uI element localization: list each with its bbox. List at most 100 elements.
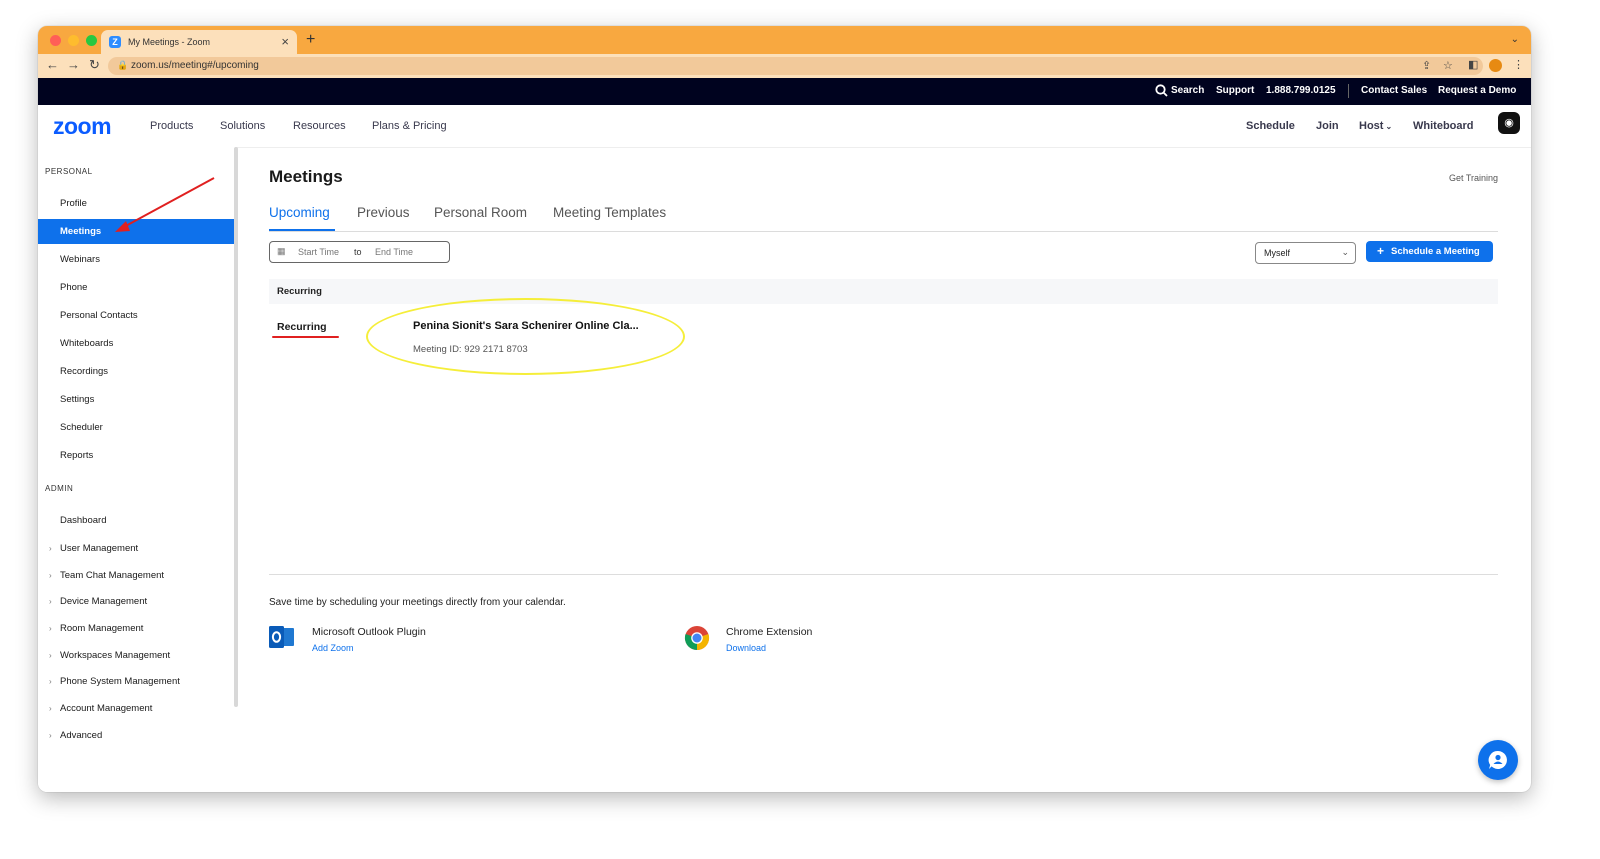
sidebar-item-scheduler[interactable]: Scheduler [60, 422, 103, 433]
tab-previous[interactable]: Previous [357, 205, 410, 220]
meeting-group-header: Recurring [269, 279, 1498, 304]
nav-resources[interactable]: Resources [293, 120, 346, 132]
sidebar-item-profile[interactable]: Profile [60, 198, 87, 209]
help-chat-button[interactable] [1478, 740, 1518, 780]
start-time-input[interactable]: Start Time [298, 247, 339, 257]
user-avatar[interactable]: ◉ [1498, 112, 1520, 134]
forward-icon[interactable]: → [67, 57, 80, 72]
tab-search-chevron-icon[interactable]: ⌄ [1511, 34, 1519, 45]
red-underline-annotation [272, 336, 339, 338]
sidebar-item-webinars[interactable]: Webinars [60, 254, 100, 265]
nav-plans-pricing[interactable]: Plans & Pricing [372, 120, 447, 132]
zoom-logo[interactable]: zoom [53, 113, 112, 140]
nav-host-label: Host [1359, 120, 1384, 132]
close-tab-icon[interactable]: × [281, 34, 289, 49]
yellow-ellipse-annotation [366, 298, 685, 375]
chat-bot-icon [1488, 750, 1507, 769]
sidebar: PERSONAL Profile Meetings Webinars Phone… [38, 147, 235, 792]
search-icon[interactable] [1155, 84, 1168, 97]
calendar-promo-text: Save time by scheduling your meetings di… [269, 597, 566, 608]
chevron-right-icon: › [49, 704, 52, 713]
sidebar-item-recordings[interactable]: Recordings [60, 366, 108, 377]
contact-sales-link[interactable]: Contact Sales [1361, 85, 1427, 96]
utility-support-link[interactable]: Support [1216, 85, 1254, 96]
sidebar-item-team-chat-management[interactable]: Team Chat Management [60, 570, 164, 581]
nav-schedule[interactable]: Schedule [1246, 120, 1295, 132]
red-arrow-annotation [115, 177, 215, 232]
chevron-right-icon: › [49, 571, 52, 580]
utility-divider [1348, 84, 1349, 98]
owner-select-value: Myself [1264, 248, 1291, 258]
zoom-favicon-icon: Z [109, 36, 121, 48]
nav-join[interactable]: Join [1316, 120, 1339, 132]
sidebar-section-admin: ADMIN [45, 484, 74, 493]
browser-toolbar: ← → ↻ 🔒 zoom.us/meeting#/upcoming ⇪ ☆ ◧ … [38, 54, 1531, 78]
browser-window: Z My Meetings - Zoom × + ⌄ ← → ↻ 🔒 zoom.… [38, 26, 1531, 792]
sidebar-item-advanced[interactable]: Advanced [60, 730, 102, 741]
reload-icon[interactable]: ↻ [89, 57, 100, 73]
sidebar-item-room-management[interactable]: Room Management [60, 623, 143, 634]
download-link[interactable]: Download [726, 643, 766, 653]
sidebar-item-account-management[interactable]: Account Management [60, 703, 152, 714]
sidebar-item-dashboard[interactable]: Dashboard [60, 515, 106, 526]
chevron-right-icon: › [49, 597, 52, 606]
address-url: zoom.us/meeting#/upcoming [131, 60, 259, 71]
sidebar-item-label: Meetings [60, 226, 102, 237]
chevron-right-icon: › [49, 624, 52, 633]
zoom-window-button[interactable] [86, 35, 97, 46]
chrome-extension-name: Chrome Extension [726, 626, 813, 638]
browser-menu-icon[interactable]: ⋮ [1513, 58, 1524, 71]
sidebar-item-whiteboards[interactable]: Whiteboards [60, 338, 113, 349]
tab-title: My Meetings - Zoom [128, 37, 211, 47]
minimize-window-button[interactable] [68, 35, 79, 46]
group-header-label: Recurring [277, 286, 322, 297]
outlook-icon [269, 626, 294, 648]
browser-tab[interactable]: Z My Meetings - Zoom × [101, 30, 297, 54]
utility-phone-link[interactable]: 1.888.799.0125 [1266, 85, 1336, 96]
chevron-right-icon: › [49, 544, 52, 553]
lock-icon: 🔒 [117, 60, 129, 70]
sidebar-item-phone[interactable]: Phone [60, 282, 87, 293]
new-tab-icon[interactable]: + [306, 31, 315, 49]
plus-icon: + [1377, 244, 1385, 258]
main-content: Meetings Get Training Upcoming Previous … [238, 147, 1531, 792]
end-time-input[interactable]: End Time [375, 247, 413, 257]
back-icon[interactable]: ← [46, 57, 59, 72]
date-range-picker[interactable]: ▦ Start Time to End Time [269, 241, 450, 263]
tab-personal-room[interactable]: Personal Room [434, 205, 527, 220]
nav-solutions[interactable]: Solutions [220, 120, 265, 132]
schedule-meeting-button[interactable]: + Schedule a Meeting [1366, 241, 1493, 262]
side-panel-icon[interactable]: ◧ [1468, 58, 1478, 71]
tab-meeting-templates[interactable]: Meeting Templates [553, 205, 666, 220]
sidebar-item-device-management[interactable]: Device Management [60, 596, 147, 607]
outlook-plugin-name: Microsoft Outlook Plugin [312, 626, 426, 638]
main-nav: zoom Products Solutions Resources Plans … [38, 105, 1531, 148]
share-icon[interactable]: ⇪ [1422, 59, 1431, 72]
bookmark-star-icon[interactable]: ☆ [1443, 59, 1453, 72]
chevron-right-icon: › [49, 651, 52, 660]
chevron-right-icon: › [49, 731, 52, 740]
nav-host[interactable]: Host ⌄ [1359, 120, 1392, 132]
profile-icon[interactable] [1489, 59, 1502, 72]
nav-products[interactable]: Products [150, 120, 193, 132]
chevron-down-icon: ⌄ [1341, 247, 1349, 257]
sidebar-item-user-management[interactable]: User Management [60, 543, 138, 554]
sidebar-item-settings[interactable]: Settings [60, 394, 94, 405]
sidebar-item-workspaces-management[interactable]: Workspaces Management [60, 650, 170, 661]
sidebar-item-reports[interactable]: Reports [60, 450, 93, 461]
active-tab-indicator [269, 229, 335, 231]
utility-search-link[interactable]: Search [1171, 85, 1204, 96]
owner-select[interactable]: Myself ⌄ [1255, 242, 1356, 264]
nav-whiteboard[interactable]: Whiteboard [1413, 120, 1474, 132]
page-title: Meetings [269, 167, 343, 186]
add-zoom-link[interactable]: Add Zoom [312, 643, 354, 653]
chevron-down-icon: ⌄ [1385, 122, 1393, 131]
close-window-button[interactable] [50, 35, 61, 46]
address-bar[interactable]: 🔒 zoom.us/meeting#/upcoming ⇪ ☆ [108, 57, 1483, 75]
sidebar-item-phone-system-management[interactable]: Phone System Management [60, 676, 180, 687]
sidebar-item-personal-contacts[interactable]: Personal Contacts [60, 310, 138, 321]
browser-tab-strip: Z My Meetings - Zoom × + ⌄ [38, 26, 1531, 54]
request-demo-link[interactable]: Request a Demo [1438, 85, 1516, 96]
tab-upcoming[interactable]: Upcoming [269, 205, 330, 220]
get-training-link[interactable]: Get Training [1449, 173, 1498, 183]
